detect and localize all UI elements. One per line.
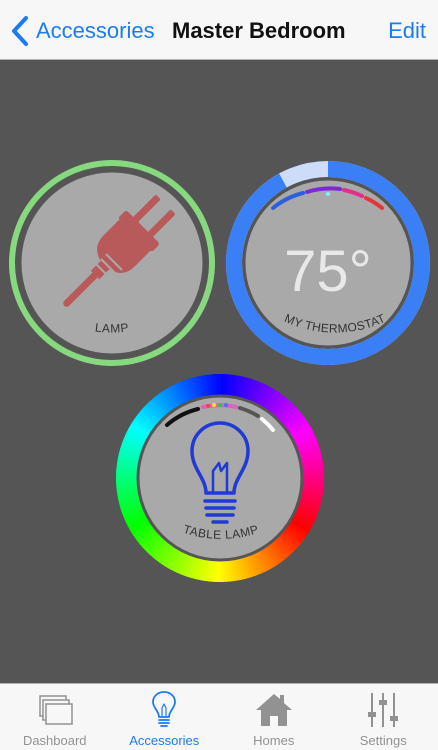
tab-accessories[interactable]: Accessories <box>110 684 220 750</box>
table-lamp-tile[interactable]: TABLE LAMP <box>116 374 324 582</box>
sliders-icon <box>368 693 399 727</box>
tab-settings-label: Settings <box>359 733 407 748</box>
bulb-icon <box>152 691 177 727</box>
navigation-bar: Accessories Master Bedroom Edit <box>0 0 438 60</box>
page-title: Master Bedroom <box>172 18 346 43</box>
svg-text:LAMP: LAMP <box>94 320 129 335</box>
thermostat-temperature: 75° <box>284 239 372 304</box>
tab-bar: Dashboard Accessories Homes Settings <box>0 683 438 750</box>
lamp-tile[interactable]: LAMP <box>9 160 215 366</box>
spectrum-segment <box>216 374 222 397</box>
tab-accessories-label: Accessories <box>129 733 200 748</box>
house-icon <box>255 694 292 726</box>
accessories-grid: LAMP 75° MY THERMOSTAT TABLE LAMP <box>0 60 438 683</box>
back-button[interactable]: Accessories <box>8 14 155 48</box>
tab-dashboard-label: Dashboard <box>22 733 87 748</box>
dashboard-icon <box>39 695 73 725</box>
thermostat-tile[interactable]: 75° MY THERMOSTAT <box>226 161 430 365</box>
lamp-label: LAMP <box>94 320 129 335</box>
tab-settings[interactable]: Settings <box>329 684 438 750</box>
back-button-label: Accessories <box>36 18 155 43</box>
edit-button[interactable]: Edit <box>388 14 426 48</box>
tab-homes[interactable]: Homes <box>219 684 329 750</box>
chevron-left-icon <box>12 16 28 46</box>
tab-dashboard[interactable]: Dashboard <box>0 684 110 750</box>
tab-homes-label: Homes <box>253 733 295 748</box>
